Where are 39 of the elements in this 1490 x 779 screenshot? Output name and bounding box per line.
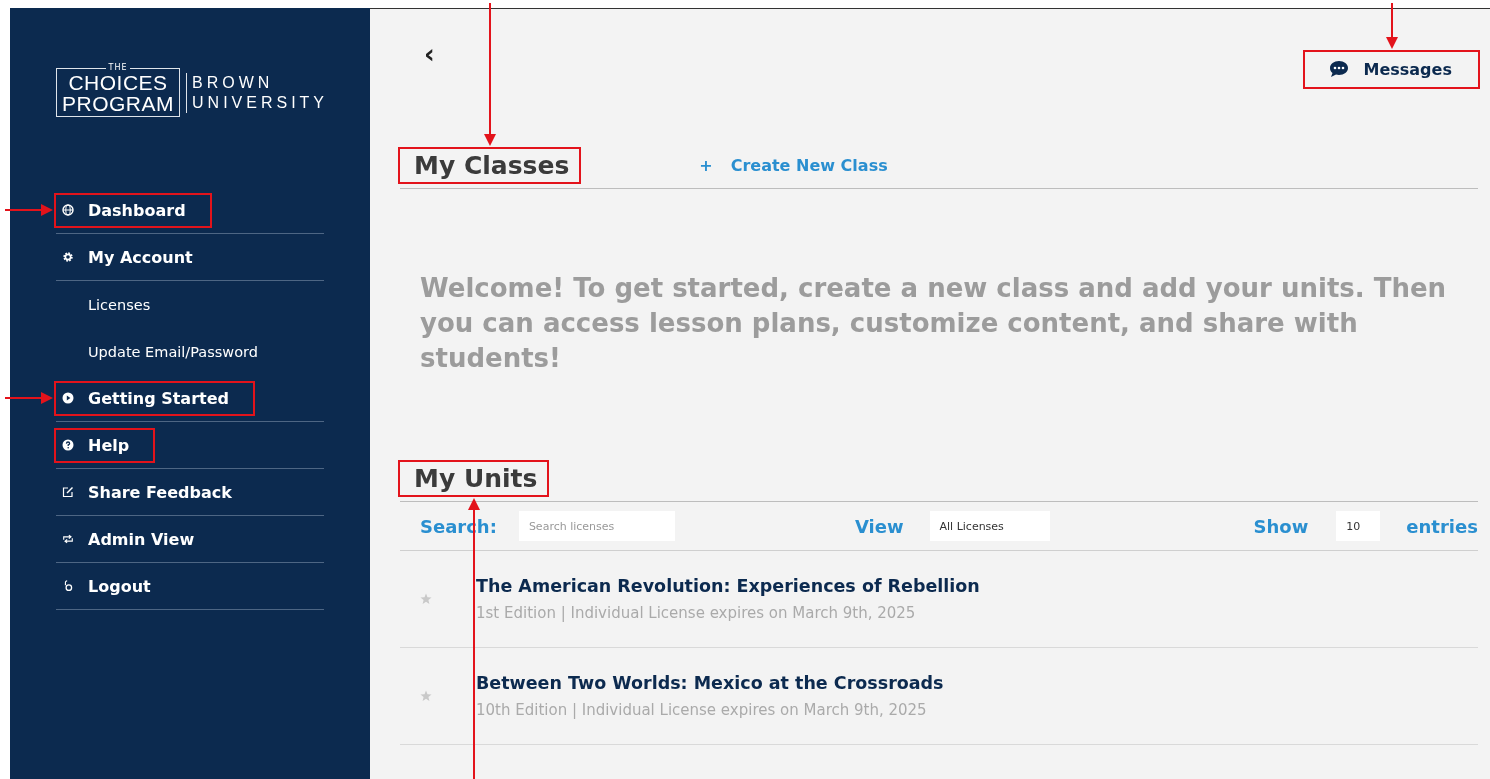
unit-details: 10th Edition | Individual License expires on March 9th, 2025	[476, 701, 928, 719]
section-title: My Classes	[400, 149, 580, 182]
entries-label: entries	[1406, 515, 1478, 537]
unit-details: 1st Edition | Individual License expires on March 9th, 2025	[476, 604, 917, 622]
chat-icon	[1329, 60, 1350, 78]
nav-link[interactable]: Getting Started	[56, 382, 253, 414]
nav-link[interactable]: Licenses	[56, 290, 151, 319]
logo-text: PROGRAM	[62, 93, 174, 114]
nav-link[interactable]: Update Email/Password	[56, 337, 258, 366]
settings-icon	[62, 251, 74, 263]
show-label: Show	[1253, 515, 1309, 537]
nav-link[interactable]: Logout	[56, 570, 175, 602]
back-button[interactable]: ‹	[420, 39, 439, 69]
view-select[interactable]: All Licenses	[929, 511, 1050, 541]
padlock-icon	[62, 580, 74, 592]
nav-link[interactable]: Help	[56, 429, 154, 461]
star-icon[interactable]	[420, 690, 432, 702]
nav-link[interactable]: Share Feedback	[56, 476, 256, 508]
entries-field[interactable]: 10	[1336, 511, 1381, 541]
edit-icon	[62, 486, 74, 498]
help-icon	[62, 439, 74, 451]
unit-title-link[interactable]: Between Two Worlds: Mexico at the Crossroads	[476, 673, 944, 693]
search-field[interactable]: Search licenses	[518, 511, 675, 541]
logo-text: THE	[105, 64, 131, 72]
star-icon[interactable]	[420, 593, 432, 605]
nav-link[interactable]: Admin View	[56, 523, 219, 555]
messages-button[interactable]: Messages	[1305, 51, 1478, 87]
logo-text: CHOICES	[68, 72, 168, 93]
unit-title-link[interactable]: The American Revolution: Experiences of Rebellion	[476, 576, 980, 596]
welcome-message: Welcome! To get started, create a new class and add your units. Then you can access lesson plans, customize content, and share with students!	[420, 272, 1448, 375]
logo-text: BROWN	[192, 72, 275, 93]
swap-icon	[62, 533, 74, 545]
globe-icon	[62, 204, 74, 216]
section-title: My Units	[400, 462, 548, 495]
nav-link[interactable]: My Account	[56, 241, 217, 273]
nav-link[interactable]: Dashboard	[56, 194, 210, 226]
view-label: View	[854, 515, 904, 537]
play-icon	[62, 392, 74, 404]
logo-text: UNIVERSITY	[192, 92, 329, 113]
